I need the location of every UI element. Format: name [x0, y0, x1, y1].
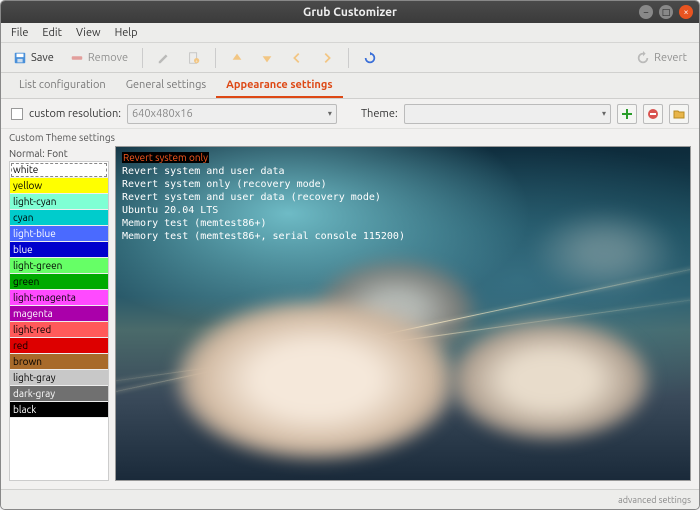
- color-row-light-green[interactable]: light-green: [10, 258, 108, 274]
- up-button: [224, 48, 250, 68]
- theme-add-button[interactable]: [617, 104, 637, 124]
- custom-resolution-checkbox[interactable]: [11, 108, 23, 120]
- remove-label: Remove: [88, 52, 128, 64]
- separator: [142, 48, 143, 68]
- color-row-magenta[interactable]: magenta: [10, 306, 108, 322]
- window-title: Grub Customizer: [1, 6, 699, 19]
- color-row-light-blue[interactable]: light-blue: [10, 226, 108, 242]
- revert-label: Revert: [654, 52, 687, 64]
- tab-list-configuration[interactable]: List configuration: [9, 74, 116, 98]
- normal-font-label: Normal: Font: [9, 146, 109, 161]
- color-row-black[interactable]: black: [10, 402, 108, 418]
- menu-help[interactable]: Help: [109, 25, 144, 41]
- color-row-light-magenta[interactable]: light-magenta: [10, 290, 108, 306]
- revert-button: Revert: [630, 48, 693, 68]
- main-area: Normal: Font whiteyellowlight-cyancyanli…: [1, 146, 699, 489]
- document-new-icon: +: [187, 51, 201, 65]
- reload-icon: [363, 51, 377, 65]
- toolbar: Save Remove + Re: [1, 43, 699, 73]
- menu-file[interactable]: File: [5, 25, 34, 41]
- statusbar: advanced settings: [1, 489, 699, 509]
- separator: [348, 48, 349, 68]
- pencil-icon: [157, 51, 171, 65]
- edit-button: [151, 48, 177, 68]
- remove-icon: [70, 51, 84, 65]
- color-row-yellow[interactable]: yellow: [10, 178, 108, 194]
- new-button: +: [181, 48, 207, 68]
- menu-edit[interactable]: Edit: [36, 25, 68, 41]
- left-button: [284, 48, 310, 68]
- folder-icon: [673, 108, 685, 120]
- tab-bar: List configuration General settings Appe…: [1, 73, 699, 99]
- color-row-white[interactable]: white: [10, 162, 108, 178]
- preview-pane: Revert system only Revert system and use…: [115, 146, 691, 481]
- minus-circle-icon: [647, 108, 659, 120]
- color-row-cyan[interactable]: cyan: [10, 210, 108, 226]
- minimize-button[interactable]: –: [639, 5, 653, 19]
- save-button[interactable]: Save: [7, 48, 60, 68]
- right-button: [314, 48, 340, 68]
- status-right: advanced settings: [618, 495, 691, 505]
- custom-resolution-dropdown[interactable]: 640x480x16 ▾: [127, 104, 337, 124]
- chevron-left-icon: [290, 51, 304, 65]
- theme-dropdown[interactable]: ▾: [404, 104, 611, 124]
- remove-button: Remove: [64, 48, 134, 68]
- arrow-down-icon: [260, 51, 274, 65]
- theme-remove-button[interactable]: [643, 104, 663, 124]
- app-window: Grub Customizer – □ × File Edit View Hel…: [0, 0, 700, 510]
- revert-icon: [636, 51, 650, 65]
- color-row-green[interactable]: green: [10, 274, 108, 290]
- color-row-light-gray[interactable]: light-gray: [10, 370, 108, 386]
- titlebar[interactable]: Grub Customizer – □ ×: [1, 1, 699, 23]
- maximize-button[interactable]: □: [659, 5, 673, 19]
- theme-folder-button[interactable]: [669, 104, 689, 124]
- custom-theme-label: Custom Theme settings: [1, 129, 699, 146]
- arrow-up-icon: [230, 51, 244, 65]
- down-button: [254, 48, 280, 68]
- theme-label: Theme:: [361, 108, 398, 120]
- color-row-red[interactable]: red: [10, 338, 108, 354]
- plus-icon: [621, 108, 633, 120]
- chevron-down-icon: ▾: [328, 109, 332, 118]
- menubar: File Edit View Help: [1, 23, 699, 43]
- save-label: Save: [31, 52, 54, 64]
- separator: [215, 48, 216, 68]
- color-panel: Normal: Font whiteyellowlight-cyancyanli…: [9, 146, 109, 481]
- menu-view[interactable]: View: [70, 25, 107, 41]
- close-button[interactable]: ×: [679, 5, 693, 19]
- color-list[interactable]: whiteyellowlight-cyancyanlight-bluebluel…: [9, 161, 109, 481]
- reload-button[interactable]: [357, 48, 383, 68]
- save-icon: [13, 51, 27, 65]
- custom-resolution-value: 640x480x16: [132, 108, 193, 120]
- color-row-light-cyan[interactable]: light-cyan: [10, 194, 108, 210]
- grub-menu-preview: Revert system only Revert system and use…: [122, 151, 405, 243]
- color-row-light-red[interactable]: light-red: [10, 322, 108, 338]
- settings-row: custom resolution: 640x480x16 ▾ Theme: ▾: [1, 99, 699, 129]
- color-row-blue[interactable]: blue: [10, 242, 108, 258]
- custom-resolution-label: custom resolution:: [29, 108, 121, 120]
- chevron-down-icon: ▾: [602, 109, 606, 118]
- window-controls: – □ ×: [639, 5, 693, 19]
- chevron-right-icon: [320, 51, 334, 65]
- tab-appearance-settings[interactable]: Appearance settings: [216, 74, 342, 98]
- tab-general-settings[interactable]: General settings: [116, 74, 216, 98]
- color-row-dark-gray[interactable]: dark-gray: [10, 386, 108, 402]
- color-row-brown[interactable]: brown: [10, 354, 108, 370]
